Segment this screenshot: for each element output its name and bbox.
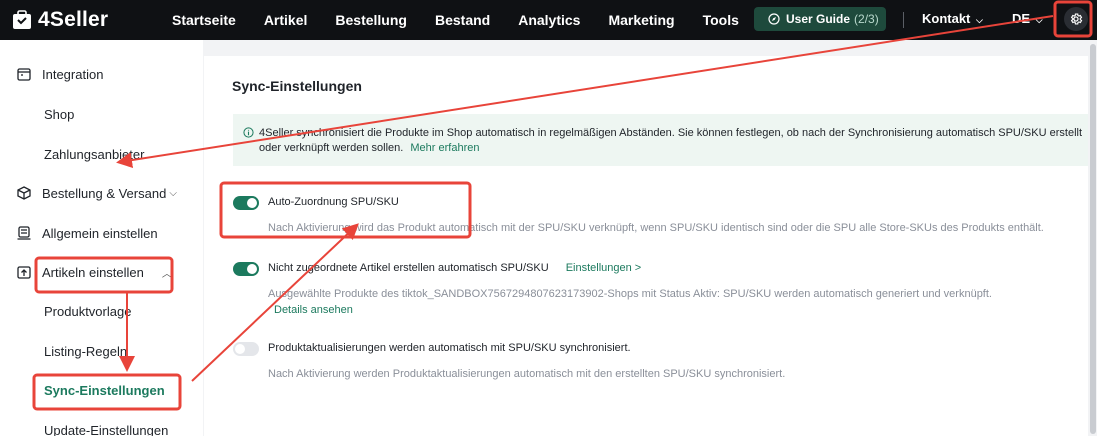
nav-tools[interactable]: Tools	[703, 12, 739, 28]
chevron-down-icon: ⌵	[976, 15, 983, 25]
nav-divider	[903, 12, 904, 28]
nav-startseite[interactable]: Startseite	[172, 12, 236, 28]
sidebar-item-sync[interactable]: Sync-Einstellungen	[0, 372, 203, 408]
nav-marketing[interactable]: Marketing	[608, 12, 674, 28]
sidebar-item-zahlungsanbieter[interactable]: Zahlungsanbieter	[0, 136, 203, 172]
sidebar-item-integration[interactable]: Integration	[0, 56, 203, 92]
main-content: Sync-Einstellungen 4Seller synchronisier…	[203, 40, 1097, 436]
option-title: Auto-Zuordnung SPU/SKU	[268, 196, 399, 208]
document-icon	[16, 225, 32, 241]
app-name: 4Seller	[38, 8, 109, 31]
sidebar-item-bestellung-versand[interactable]: Bestellung & Versand ⌵	[0, 175, 203, 211]
settings-sidebar: Integration Shop Zahlungsanbieter Bestel…	[0, 40, 203, 436]
sidebar-item-shop[interactable]: Shop	[0, 96, 203, 132]
user-guide-label: User Guide	[786, 12, 851, 26]
option-description: Nach Aktivierung werden Produktaktualisi…	[268, 368, 786, 380]
nav-artikel[interactable]: Artikel	[264, 12, 308, 28]
sidebar-item-listing-regeln[interactable]: Listing-Regeln	[0, 333, 203, 369]
language-selector[interactable]: DE ⌵	[1012, 11, 1043, 26]
box-icon	[16, 185, 32, 201]
nav-bestand[interactable]: Bestand	[435, 12, 490, 28]
contact-label: Kontakt	[922, 11, 971, 26]
info-text: 4Seller synchronisiert die Produkte im S…	[259, 127, 1083, 154]
toggle-auto-mapping[interactable]	[233, 196, 259, 210]
contact-menu[interactable]: Kontakt ⌵	[922, 11, 983, 26]
toggle-sync-updates[interactable]	[233, 342, 259, 356]
details-link[interactable]: Details ansehen	[274, 302, 992, 318]
info-icon	[243, 127, 254, 138]
toggle-auto-create[interactable]	[233, 262, 259, 276]
option-description: Nach Aktivierung wird das Produkt automa…	[268, 222, 1044, 234]
app-logo[interactable]: 4Seller	[12, 8, 152, 32]
settings-panel: Sync-Einstellungen 4Seller synchronisier…	[204, 56, 1088, 436]
language-label: DE	[1012, 11, 1031, 26]
settings-link[interactable]: Einstellungen >	[566, 262, 642, 274]
sidebar-item-artikeln[interactable]: Artikeln einstellen ︿	[0, 254, 203, 290]
option-title-text: Nicht zugeordnete Artikel erstellen auto…	[268, 262, 549, 274]
option-title: Produktaktualisierungen werden automatis…	[268, 342, 631, 354]
sidebar-item-label: Bestellung & Versand	[42, 185, 167, 201]
learn-more-link[interactable]: Mehr erfahren	[410, 142, 479, 154]
sidebar-item-produktvorlage[interactable]: Produktvorlage	[0, 293, 203, 329]
nav-analytics[interactable]: Analytics	[518, 12, 580, 28]
sidebar-item-update[interactable]: Update-Einstellungen	[0, 412, 203, 436]
sidebar-item-label: Integration	[42, 66, 104, 82]
scrollbar-thumb[interactable]	[1090, 44, 1096, 434]
top-navigation-bar: 4Seller Startseite Artikel Bestellung Be…	[0, 0, 1097, 40]
info-banner: 4Seller synchronisiert die Produkte im S…	[233, 114, 1088, 166]
page-title: Sync-Einstellungen	[232, 78, 362, 94]
option-description: Ausgewählte Produkte des tiktok_SANDBOX7…	[268, 286, 992, 318]
store-icon	[16, 66, 32, 82]
option-title: Nicht zugeordnete Artikel erstellen auto…	[268, 262, 641, 274]
sidebar-item-allgemein[interactable]: Allgemein einstellen	[0, 215, 203, 251]
chevron-up-icon: ︿	[161, 268, 172, 280]
user-guide-count: (2/3)	[854, 12, 879, 26]
user-guide-button[interactable]: User Guide (2/3)	[754, 7, 886, 31]
compass-icon	[768, 13, 780, 25]
chevron-down-icon: ⌵	[169, 187, 177, 199]
option-description-text: Ausgewählte Produkte des tiktok_SANDBOX7…	[268, 288, 992, 300]
upload-box-icon	[16, 264, 32, 280]
gear-icon	[1064, 7, 1088, 31]
main-nav: Startseite Artikel Bestellung Bestand An…	[172, 12, 767, 28]
sidebar-item-label: Artikeln einstellen	[42, 264, 144, 280]
bag-logo-icon	[12, 10, 32, 30]
settings-button[interactable]	[1060, 3, 1092, 35]
chevron-down-icon: ⌵	[1035, 15, 1043, 25]
sidebar-item-label: Allgemein einstellen	[42, 225, 158, 241]
nav-bestellung[interactable]: Bestellung	[335, 12, 407, 28]
